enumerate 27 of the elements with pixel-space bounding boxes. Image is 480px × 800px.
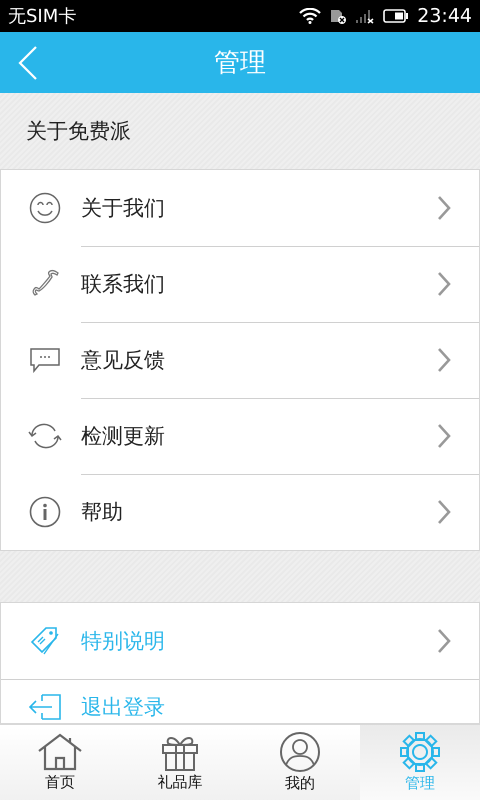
- wifi-icon: [299, 8, 322, 24]
- info-icon: [29, 496, 61, 528]
- chevron-icon: [437, 499, 451, 525]
- house-icon: [37, 733, 83, 771]
- clock-text: 23:44: [417, 5, 472, 27]
- chevron-icon: [437, 195, 451, 221]
- sim-error-icon: [329, 8, 348, 24]
- tab[interactable]: 首页: [0, 725, 120, 800]
- signal-icon: [355, 8, 376, 24]
- tab[interactable]: 礼品库: [120, 725, 240, 800]
- chevron-icon: [437, 423, 451, 449]
- battery-icon: [383, 8, 410, 24]
- chat-bubble-icon: [29, 346, 61, 374]
- page-title: 管理: [214, 47, 266, 80]
- chevron-icon: [437, 347, 451, 373]
- section-title: 关于免费派: [25, 118, 132, 145]
- tab[interactable]: 我的: [240, 725, 360, 800]
- chevron-icon: [437, 271, 451, 297]
- smile-icon: [29, 192, 61, 224]
- chevron-icon: [437, 628, 451, 654]
- back-button[interactable]: [16, 44, 40, 82]
- logout-icon: [28, 693, 62, 721]
- carrier-text: 无SIM卡: [8, 5, 76, 28]
- back-icon: [18, 46, 38, 80]
- refresh-icon: [28, 422, 62, 450]
- user-icon: [278, 732, 322, 772]
- gear-icon: [399, 732, 441, 772]
